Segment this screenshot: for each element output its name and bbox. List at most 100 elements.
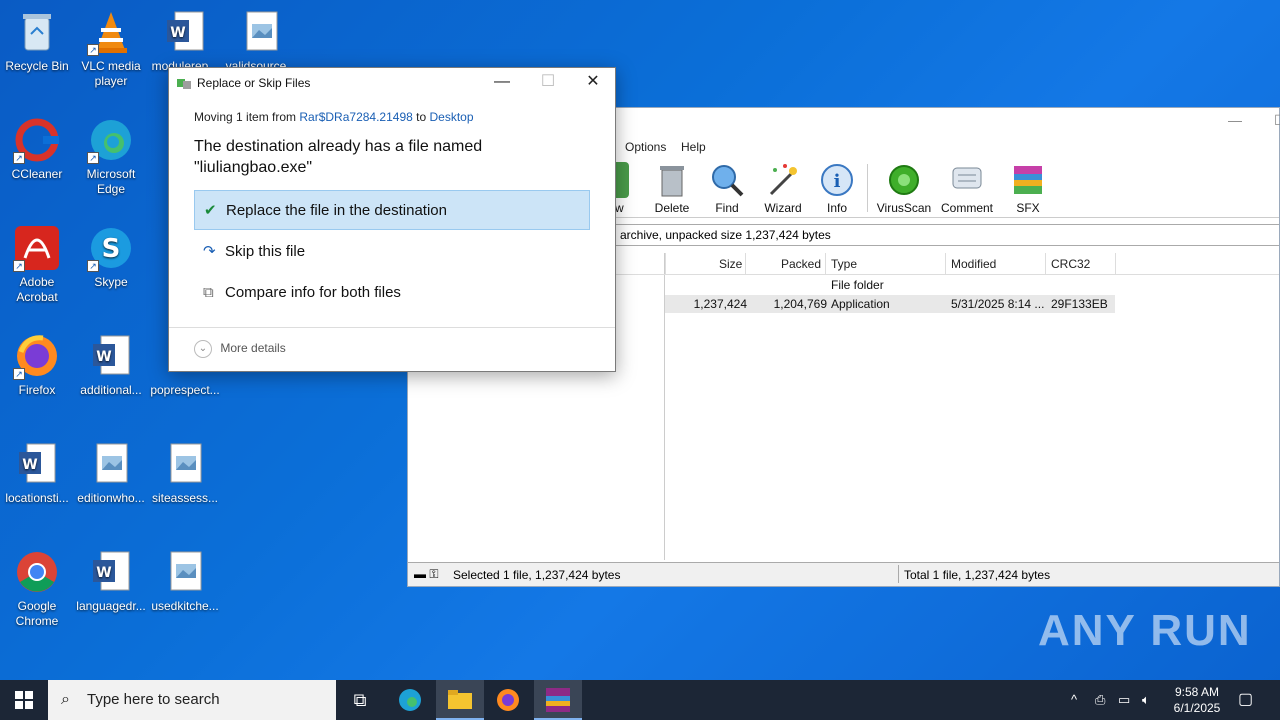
desktop-icon-label: editionwho... [77,491,145,505]
desktop-icon-recycle-bin[interactable]: Recycle Bin [0,8,74,74]
desktop-icon-languagedr[interactable]: W languagedr... [74,548,148,614]
show-hidden-icons-chevron-icon[interactable]: ^ [1071,680,1077,720]
desktop-icon-usedkitche[interactable]: usedkitche... [148,548,222,614]
usb-device-icon[interactable]: ⎙ [1095,680,1105,720]
compare-option-button[interactable]: ⧉ Compare info for both files [194,273,590,313]
close-icon[interactable]: ✕ [570,68,616,98]
tool-delete-button[interactable]: Delete [642,160,702,215]
desktop-icon-siteassess[interactable]: siteassess... [148,440,222,506]
column-modified[interactable]: Modified [951,257,996,271]
tool-wizard-button[interactable]: Wizard [753,160,813,215]
desktop-icon-editionwho[interactable]: editionwho... [74,440,148,506]
tool-comment-button[interactable]: Comment [937,160,997,215]
chevron-down-icon: ⌄ [194,340,212,358]
tool-label: Info [826,201,847,215]
column-size[interactable]: Size [719,257,742,271]
volume-icon[interactable]: 🔈︎ [1142,680,1150,720]
desktop-icon-edge[interactable]: ↗ Microsoft Edge [74,116,148,197]
row-packed: 1,204,769 [773,297,827,311]
menu-item-help[interactable]: Help [681,140,706,154]
search-icon: ⌕ [61,691,70,708]
tool-label: Wizard [764,201,802,215]
taskbar: ⌕ Type here to search ⧉ ^ ⎙ ▭ 🔈︎ 9:58 AM… [0,680,1280,720]
desktop-icon-validsource[interactable]: validsource... [224,8,298,74]
word-document-icon: W [87,548,135,596]
desktop-icon-label: locationsti... [5,491,69,505]
desktop-icon-label: Firefox [18,383,56,397]
taskbar-clock[interactable]: 9:58 AM 6/1/2025 [1167,684,1227,716]
desktop-icon-vlc[interactable]: ↗ VLC media player [74,8,148,89]
svg-text:i: i [834,171,841,192]
minimize-icon[interactable]: — [479,68,525,98]
menu-item-options[interactable]: Options [625,140,666,154]
more-details-toggle[interactable]: ⌄ More details [194,340,286,358]
maximize-icon[interactable]: ☐ [1274,112,1280,129]
desktop-icon-label: poprespect... [150,383,220,397]
dialog-divider [169,327,615,328]
sfx-archive-icon [1010,162,1046,198]
desktop-icon-label: Adobe Acrobat [16,275,58,304]
taskbar-winrar[interactable] [534,680,582,720]
desktop-icon-label: languagedr... [76,599,146,613]
desktop-icon-acrobat[interactable]: ↗ Adobe Acrobat [0,224,74,305]
file-move-icon [177,77,191,89]
clock-date: 6/1/2025 [1173,701,1221,715]
taskbar-file-explorer[interactable] [436,680,484,720]
move-prefix: Moving 1 item from [194,110,297,124]
winrar-icon [546,688,570,712]
desktop-icon-ccleaner[interactable]: ↗ CCleaner [0,116,74,182]
tool-sfx-button[interactable]: SFX [998,160,1058,215]
checkmark-icon: ✔ [204,202,217,219]
desktop-icon-additional[interactable]: W additional... [74,332,148,398]
shortcut-arrow-icon: ↗ [87,260,99,272]
tool-virusscan-button[interactable]: VirusScan [874,160,934,215]
firefox-icon: ↗ [13,332,61,380]
source-link[interactable]: Rar$DRa7284.21498 [299,110,412,124]
tool-find-button[interactable]: Find [697,160,757,215]
replace-or-skip-dialog[interactable]: Replace or Skip Files — ☐ ✕ Moving 1 ite… [168,67,616,372]
to-word: to [416,110,427,124]
desktop-icon-skype[interactable]: S ↗ Skype [74,224,148,290]
dialog-title: Replace or Skip Files [197,76,311,90]
magic-wand-icon [765,162,801,198]
table-row[interactable]: 1,237,424 1,204,769 Application 5/31/202… [665,295,1115,313]
column-crc32[interactable]: CRC32 [1051,257,1090,271]
skip-option-button[interactable]: ↷ Skip this file [194,232,590,272]
dialog-title-bar[interactable]: Replace or Skip Files — ☐ ✕ [169,68,615,98]
column-packed[interactable]: Packed [781,257,821,271]
desktop-icon-modulerep[interactable]: W modulerep... [148,8,222,74]
option-label: Compare info for both files [225,284,401,301]
desktop-icon-label: Recycle Bin [5,59,69,73]
desktop-icon-locationsti[interactable]: W locationsti... [0,440,74,506]
desktop-icon-chrome[interactable]: Google Chrome [0,548,74,629]
acrobat-icon: ↗ [13,224,61,272]
minimize-icon[interactable]: — [1228,112,1242,128]
word-document-icon: W [87,332,135,380]
row-type: File folder [831,278,884,292]
taskbar-search-box[interactable]: ⌕ Type here to search [48,680,336,720]
start-button[interactable] [0,680,48,720]
task-view-button[interactable]: ⧉ [336,680,384,720]
table-row[interactable]: File folder [665,276,1115,294]
tool-info-button[interactable]: i Info [807,160,867,215]
firefox-icon [497,689,519,711]
desktop-icon-label: Microsoft Edge [86,167,136,196]
desktop-icon-label: VLC media player [81,59,141,88]
network-icon[interactable]: ▭ [1118,680,1130,720]
svg-text:S: S [102,234,121,264]
notification-center-icon[interactable]: ▢ [1238,680,1253,720]
replace-option-button[interactable]: ✔ Replace the file in the destination [194,190,590,230]
image-file-icon [237,8,285,56]
word-document-icon: W [13,440,61,488]
taskbar-firefox[interactable] [484,680,532,720]
desktop-icon-firefox[interactable]: ↗ Firefox [0,332,74,398]
destination-link[interactable]: Desktop [430,110,474,124]
shortcut-arrow-icon: ↗ [13,260,25,272]
svg-text:W: W [96,349,111,365]
taskbar-edge[interactable] [386,680,434,720]
drive-key-icon: ▬ ⚿ [414,567,439,581]
shortcut-arrow-icon: ↗ [87,152,99,164]
move-summary: Moving 1 item from Rar$DRa7284.21498 to … [194,110,474,124]
column-type[interactable]: Type [831,257,857,271]
search-placeholder: Type here to search [87,691,220,708]
